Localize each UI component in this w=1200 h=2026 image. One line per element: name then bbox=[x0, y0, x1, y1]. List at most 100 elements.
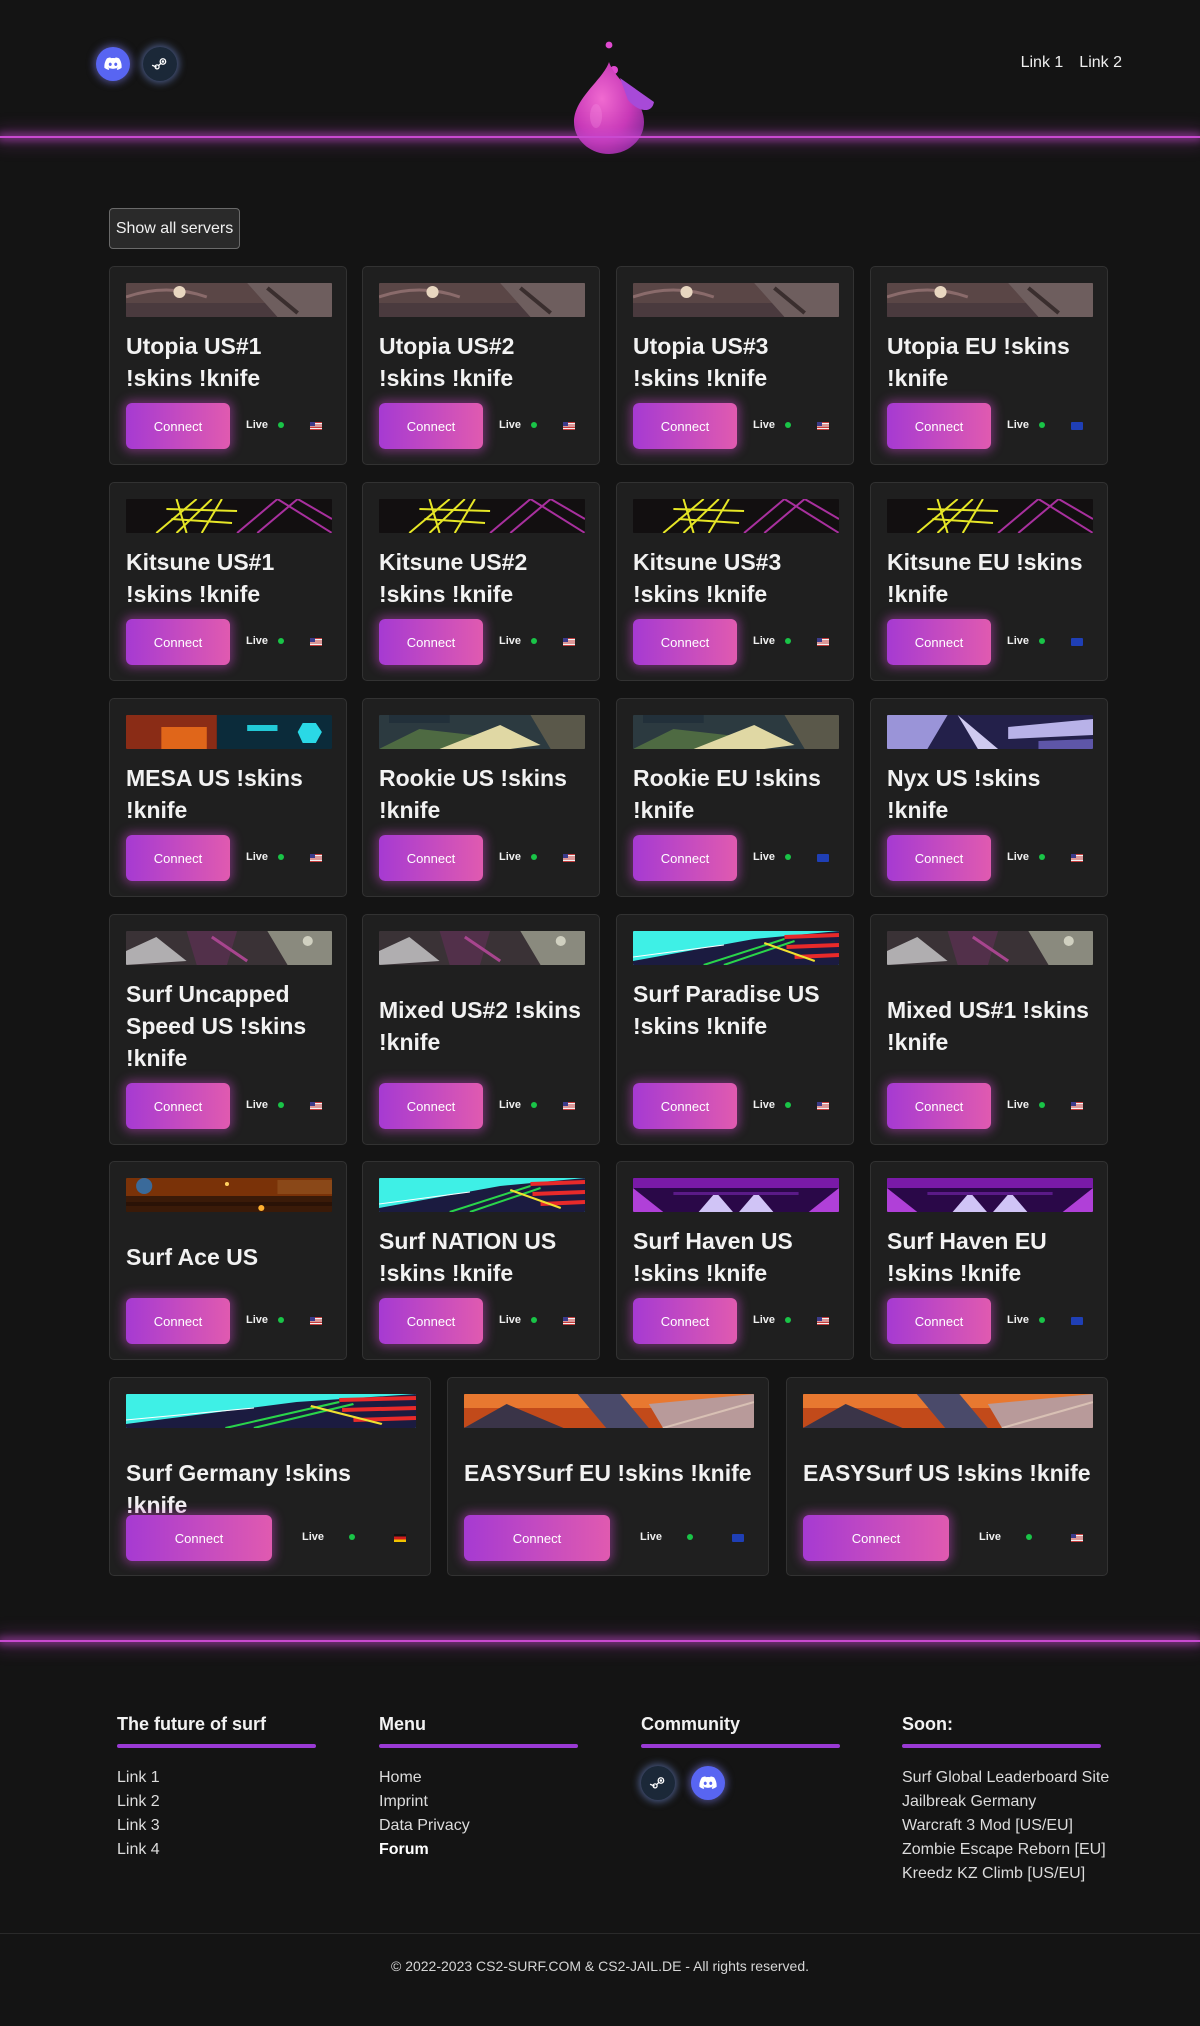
server-card: MESA US !skins !knife Connect Live bbox=[109, 698, 347, 897]
connect-button[interactable]: Connect bbox=[126, 1515, 272, 1561]
connect-button[interactable]: Connect bbox=[887, 619, 991, 665]
server-card: Kitsune US#2 !skins !knife Connect Live bbox=[362, 482, 600, 681]
footer-column-about: The future of surf Link 1 Link 2 Link 3 … bbox=[117, 1714, 317, 1862]
server-name: Surf Haven EU !skins !knife bbox=[887, 1228, 1047, 1286]
connect-button[interactable]: Connect bbox=[126, 403, 230, 449]
server-name: Utopia US#3 !skins !knife bbox=[633, 333, 769, 391]
server-name: Mixed US#2 !skins !knife bbox=[379, 997, 581, 1055]
show-all-servers-button[interactable]: Show all servers bbox=[109, 208, 240, 249]
connect-button[interactable]: Connect bbox=[633, 1298, 737, 1344]
footer-link-1[interactable]: Link 1 bbox=[117, 1766, 317, 1790]
live-status-dot bbox=[1026, 1534, 1032, 1540]
connect-button[interactable]: Connect bbox=[379, 1083, 483, 1129]
connect-button[interactable]: Connect bbox=[126, 835, 230, 881]
server-card: Kitsune US#1 !skins !knife Connect Live bbox=[109, 482, 347, 681]
connect-button[interactable]: Connect bbox=[379, 1298, 483, 1344]
nav-link-1[interactable]: Link 1 bbox=[1021, 54, 1064, 72]
server-banner-image bbox=[126, 1394, 416, 1428]
country-flag-icon-us bbox=[1071, 854, 1083, 862]
server-name: Nyx US !skins !knife bbox=[887, 765, 1041, 823]
server-banner-image bbox=[633, 931, 839, 965]
footer-link-3[interactable]: Link 3 bbox=[117, 1814, 317, 1838]
connect-button[interactable]: Connect bbox=[887, 1298, 991, 1344]
connect-button[interactable]: Connect bbox=[887, 1083, 991, 1129]
country-flag-icon-us bbox=[1071, 1102, 1083, 1110]
server-card: Utopia US#3 !skins !knife Connect Live bbox=[616, 266, 854, 465]
live-status-label: Live bbox=[1007, 419, 1030, 431]
country-flag-icon-us bbox=[310, 422, 322, 430]
footer-link-4[interactable]: Link 4 bbox=[117, 1838, 317, 1862]
discord-icon[interactable] bbox=[96, 47, 130, 81]
site-header: Link 1 Link 2 bbox=[0, 0, 1200, 154]
live-status-dot bbox=[1039, 422, 1045, 428]
server-name: Surf Ace US bbox=[126, 1244, 259, 1270]
connect-button[interactable]: Connect bbox=[464, 1515, 610, 1561]
server-card: Mixed US#2 !skins !knife Connect Live bbox=[362, 914, 600, 1145]
connect-button[interactable]: Connect bbox=[379, 619, 483, 665]
server-banner-image bbox=[126, 283, 332, 317]
server-banner-image bbox=[633, 715, 839, 749]
server-name: Kitsune US#1 !skins !knife bbox=[126, 549, 275, 607]
connect-button[interactable]: Connect bbox=[126, 619, 230, 665]
live-status-dot bbox=[531, 638, 537, 644]
live-status-label: Live bbox=[499, 419, 522, 431]
connect-button[interactable]: Connect bbox=[633, 1083, 737, 1129]
footer-column-community: Community bbox=[641, 1714, 841, 1800]
server-banner-image bbox=[887, 1178, 1093, 1212]
server-name: Utopia US#1 !skins !knife bbox=[126, 333, 262, 391]
connect-button[interactable]: Connect bbox=[126, 1298, 230, 1344]
connect-button[interactable]: Connect bbox=[633, 619, 737, 665]
country-flag-icon-us bbox=[310, 1102, 322, 1110]
live-status-dot bbox=[1039, 1102, 1045, 1108]
live-status-label: Live bbox=[499, 851, 522, 863]
connect-button[interactable]: Connect bbox=[887, 835, 991, 881]
connect-button[interactable]: Connect bbox=[803, 1515, 949, 1561]
server-card: Rookie US !skins !knife Connect Live bbox=[362, 698, 600, 897]
country-flag-icon-us bbox=[563, 854, 575, 862]
connect-button[interactable]: Connect bbox=[379, 835, 483, 881]
steam-icon[interactable] bbox=[143, 47, 177, 81]
server-card: Surf Germany !skins !knife Connect Live bbox=[109, 1377, 431, 1576]
footer-heading: Soon: bbox=[902, 1714, 953, 1734]
footer-heading: The future of surf bbox=[117, 1714, 266, 1734]
footer-link-imprint[interactable]: Imprint bbox=[379, 1790, 579, 1814]
footer-link-home[interactable]: Home bbox=[379, 1766, 579, 1790]
live-status-dot bbox=[278, 1102, 284, 1108]
live-status-label: Live bbox=[753, 1099, 776, 1111]
live-status-label: Live bbox=[753, 1314, 776, 1326]
connect-button[interactable]: Connect bbox=[633, 403, 737, 449]
footer-divider bbox=[0, 1933, 1200, 1934]
server-name: Kitsune US#2 !skins !knife bbox=[379, 549, 528, 607]
footer-link-forum[interactable]: Forum bbox=[379, 1838, 579, 1862]
soon-item: Jailbreak Germany bbox=[902, 1793, 1037, 1810]
country-flag-icon-eu bbox=[1071, 1317, 1083, 1325]
country-flag-icon-us bbox=[563, 638, 575, 646]
country-flag-icon-us bbox=[310, 854, 322, 862]
footer-column-menu: Menu Home Imprint Data Privacy Forum bbox=[379, 1714, 579, 1862]
live-status-label: Live bbox=[246, 419, 269, 431]
soon-item: Zombie Escape Reborn [EU] bbox=[902, 1841, 1106, 1858]
live-status-dot bbox=[687, 1534, 693, 1540]
footer-link-2[interactable]: Link 2 bbox=[117, 1790, 317, 1814]
country-flag-icon-eu bbox=[1071, 422, 1083, 430]
discord-icon[interactable] bbox=[691, 1766, 725, 1800]
footer-column-soon: Soon: Surf Global Leaderboard Site Jailb… bbox=[902, 1714, 1122, 1886]
nav-link-2[interactable]: Link 2 bbox=[1079, 54, 1122, 72]
connect-button[interactable]: Connect bbox=[126, 1083, 230, 1129]
connect-button[interactable]: Connect bbox=[633, 835, 737, 881]
country-flag-icon-us bbox=[310, 1317, 322, 1325]
footer-link-data-privacy[interactable]: Data Privacy bbox=[379, 1814, 579, 1838]
server-banner-image bbox=[633, 499, 839, 533]
server-card: Surf NATION US !skins !knife Connect Live bbox=[362, 1161, 600, 1360]
live-status-label: Live bbox=[499, 1314, 522, 1326]
live-status-label: Live bbox=[246, 1314, 269, 1326]
live-status-label: Live bbox=[1007, 851, 1030, 863]
country-flag-icon-us bbox=[817, 422, 829, 430]
connect-button[interactable]: Connect bbox=[887, 403, 991, 449]
live-status-label: Live bbox=[753, 419, 776, 431]
steam-icon[interactable] bbox=[641, 1766, 675, 1800]
droplet-logo-icon[interactable] bbox=[568, 36, 660, 156]
footer-heading-underline bbox=[902, 1744, 1101, 1748]
connect-button[interactable]: Connect bbox=[379, 403, 483, 449]
server-name: Surf NATION US !skins !knife bbox=[379, 1228, 557, 1286]
